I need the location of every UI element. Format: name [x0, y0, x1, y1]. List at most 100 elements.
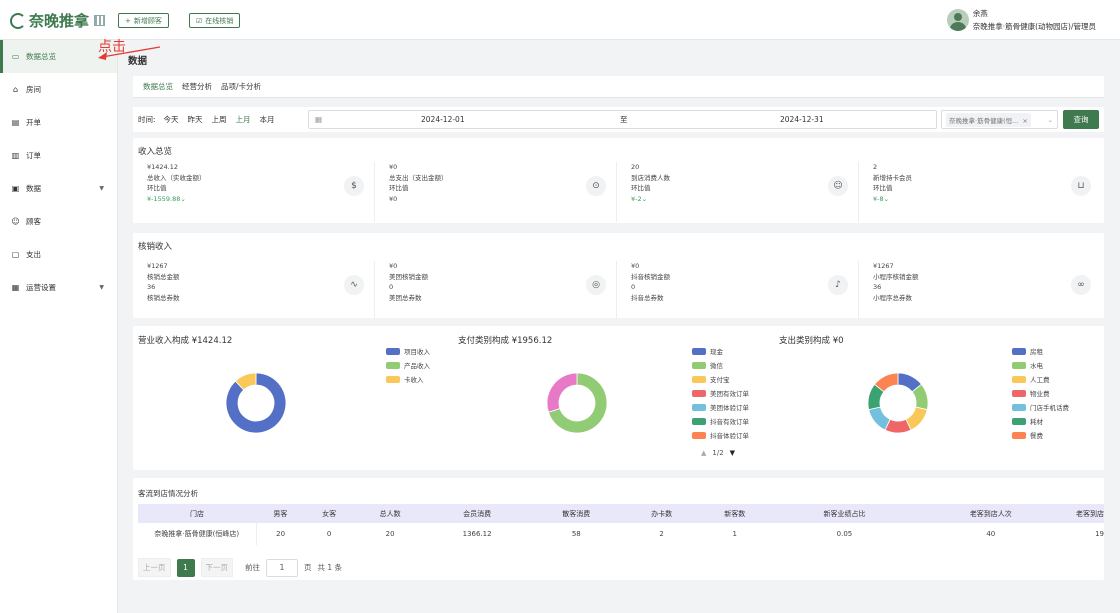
quick-today[interactable]: 今天	[164, 114, 179, 125]
legend-swatch	[1012, 376, 1026, 383]
legend-item[interactable]: 水电	[1012, 359, 1069, 373]
legend-item[interactable]: 现金	[692, 345, 749, 359]
table-header-row: 门店 男客 女客 总人数 会员消费 散客消费 办卡数 新客数 新客业绩占比 老客…	[138, 504, 1104, 523]
wallet-icon: ▢	[11, 250, 20, 259]
data-icon: ▣	[11, 184, 20, 193]
legend-item[interactable]: 房租	[1012, 345, 1069, 359]
person-icon: ☺	[828, 176, 848, 196]
payment-legend: 现金 微信 支付宝 美团有效订单 美团体验订单 抖音有效订单 抖音体验订单	[692, 345, 749, 443]
legend-swatch	[1012, 432, 1026, 439]
legend-swatch	[692, 376, 706, 383]
next-page-button[interactable]: 下一页	[200, 558, 233, 577]
revenue-donut	[225, 372, 287, 434]
sidebar-item-billing[interactable]: ▤ 开单	[0, 106, 117, 139]
legend-swatch	[1012, 418, 1026, 425]
sidebar-item-customers[interactable]: ☺ 顾客	[0, 205, 117, 238]
legend-swatch	[692, 390, 706, 397]
stat-verify-miniprogram: ¥1267 小程序核销金额 36 小程序总券数 ∞	[859, 261, 1101, 321]
legend-swatch	[1012, 362, 1026, 369]
col-store: 门店	[138, 504, 256, 523]
page-input[interactable]: 1	[266, 558, 298, 577]
legend-item[interactable]: 门店手机话费	[1012, 401, 1069, 415]
triangle-down-icon[interactable]: ▼	[730, 449, 735, 457]
edit-icon: ☑	[196, 16, 203, 25]
legend-item[interactable]: 支付宝	[692, 373, 749, 387]
legend-swatch	[1012, 390, 1026, 397]
legend-item[interactable]: 抖音有效订单	[692, 415, 749, 429]
legend-pager: ▲ 1/2 ▼	[701, 449, 736, 457]
current-page[interactable]: 1	[176, 558, 195, 577]
legend-item[interactable]: 美团体验订单	[692, 401, 749, 415]
tab-business-analysis[interactable]: 经营分析	[182, 81, 212, 92]
quick-yesterday[interactable]: 昨天	[188, 114, 203, 125]
sidebar-item-data[interactable]: ▣ 数据 ▼	[0, 172, 117, 205]
legend-swatch	[692, 432, 706, 439]
pagination: 上一页 1 下一页 前往 1 页 共 1 条	[138, 558, 342, 577]
expense-donut	[867, 372, 929, 434]
expense-icon: ⊙	[586, 176, 606, 196]
payment-donut	[546, 372, 608, 434]
logo-mark-icon	[10, 12, 26, 29]
date-range-picker[interactable]: ▦ 2024-12-01 至 2024-12-31	[308, 110, 937, 129]
stat-verify-total: ¥1267 核销总金额 36 核销总券数 ∿	[133, 261, 375, 321]
donut-slice-其他[interactable]	[546, 372, 578, 413]
total-count: 共 1 条	[317, 563, 343, 572]
online-verify-button[interactable]: ☑ 在线核销	[189, 13, 241, 28]
date-separator: 至	[620, 115, 628, 124]
legend-item[interactable]: 产品收入	[386, 359, 430, 373]
legend-item[interactable]: 人工费	[1012, 373, 1069, 387]
user-profile[interactable]: 余燕 奈晚推拿·筋骨健康(动物园店)/管理员	[946, 7, 1096, 33]
legend-swatch	[692, 362, 706, 369]
chevron-down-icon: ⌄	[883, 194, 890, 203]
legend-item[interactable]: 项目收入	[386, 345, 430, 359]
prev-page-button[interactable]: 上一页	[138, 558, 171, 577]
legend-swatch	[692, 418, 706, 425]
avatar[interactable]	[946, 9, 969, 31]
triangle-up-icon[interactable]: ▲	[701, 449, 706, 457]
start-date[interactable]: 2024-12-01	[421, 115, 465, 124]
verify-title: 核销收入	[138, 242, 173, 252]
legend-item[interactable]: 抖音体验订单	[692, 429, 749, 443]
legend-item[interactable]: 物业费	[1012, 387, 1069, 401]
col-cards: 办卡数	[625, 504, 699, 523]
query-button[interactable]: 查询	[1063, 110, 1099, 129]
revenue-legend: 项目收入 产品收入 卡收入	[386, 345, 430, 387]
legend-item[interactable]: 卡收入	[386, 373, 430, 387]
sidebar-item-settings[interactable]: ▦ 运营设置 ▼	[0, 271, 117, 304]
settings-icon: ▦	[11, 283, 20, 292]
qr-code-icon[interactable]	[94, 15, 106, 26]
chevron-down-icon: ⌄	[1047, 115, 1053, 124]
legend-item[interactable]: 餐费	[1012, 429, 1069, 443]
quick-last-week[interactable]: 上周	[212, 114, 227, 125]
quick-this-month[interactable]: 本月	[260, 114, 275, 125]
store-select[interactable]: 奈晚推拿·筋骨健康(恒... × ⌄	[941, 110, 1058, 129]
donut-slice-门店手机话费[interactable]	[868, 406, 891, 431]
order-icon: ▥	[11, 151, 20, 160]
tab-item-card-analysis[interactable]: 品项/卡分析	[221, 81, 261, 92]
legend-item[interactable]: 耗材	[1012, 415, 1069, 429]
new-customer-button[interactable]: + 新增顾客	[118, 13, 169, 28]
legend-item[interactable]: 美团有效订单	[692, 387, 749, 401]
charts-card: 营业收入构成 ¥1424.12 项目收入 产品收入 卡收入 支付类别构成 ¥19…	[133, 326, 1104, 470]
legend-item[interactable]: 微信	[692, 359, 749, 373]
sidebar-item-room[interactable]: ⌂ 房间	[0, 73, 117, 106]
tab-overview[interactable]: 数据总览	[143, 81, 173, 92]
col-male: 男客	[256, 504, 305, 523]
table-row[interactable]: 奈晚推拿·筋骨健康(恒峰店) 20 0 20 1366.12 58 2 1 0.…	[138, 523, 1104, 545]
col-new-customers: 新客数	[698, 504, 772, 523]
chevron-down-icon: ⌄	[180, 194, 186, 203]
monitor-icon: ▭	[11, 52, 20, 61]
store-tag: 奈晚推拿·筋骨健康(恒... ×	[946, 112, 1031, 127]
close-icon[interactable]: ×	[1022, 117, 1027, 125]
user-name: 余燕	[972, 9, 988, 18]
user-icon: ☺	[11, 217, 20, 226]
sidebar-item-expense[interactable]: ▢ 支出	[0, 238, 117, 271]
col-new-ratio: 新客业绩占比	[771, 504, 918, 523]
sidebar-item-orders[interactable]: ▥ 订单	[0, 139, 117, 172]
chevron-down-icon: ⌄	[641, 194, 648, 203]
douyin-icon: ♪	[828, 275, 848, 295]
page-title: 数据	[128, 56, 148, 67]
quick-last-month[interactable]: 上月	[236, 114, 251, 125]
end-date[interactable]: 2024-12-31	[780, 115, 824, 124]
tab-bar: 数据总览 经营分析 品项/卡分析	[133, 76, 1104, 98]
